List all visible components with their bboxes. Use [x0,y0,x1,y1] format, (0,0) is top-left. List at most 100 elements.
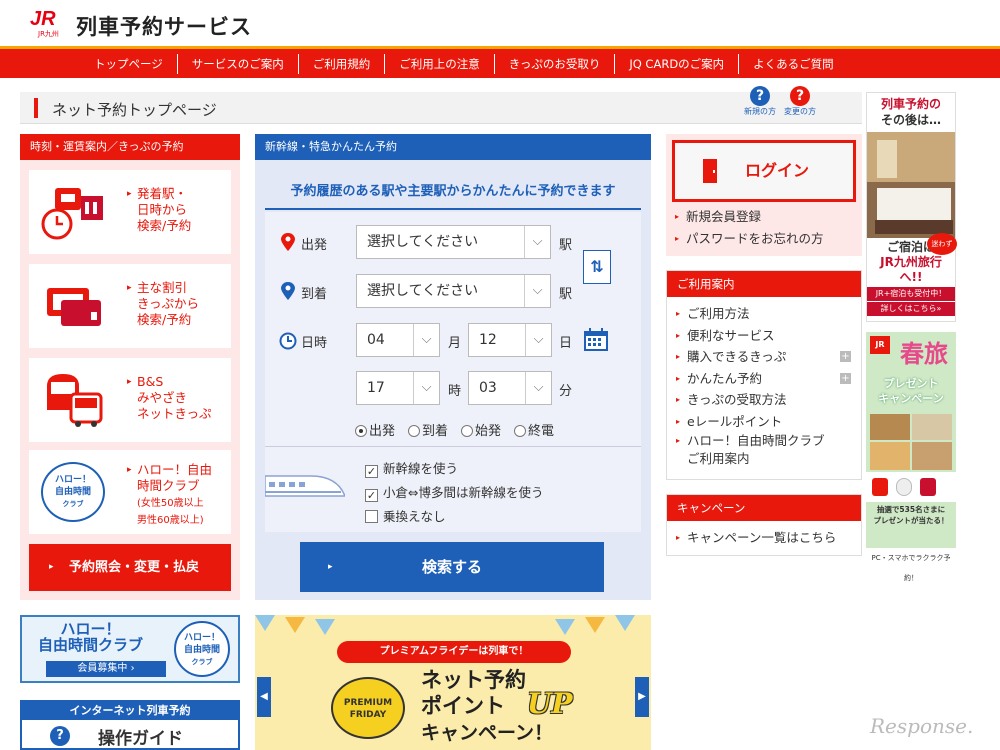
gift-icon [896,478,912,496]
jr-logo-small: JR [870,336,890,354]
discount-ticket-icon [47,288,101,326]
nav-faq[interactable]: よくあるご質問 [739,54,848,74]
help-change-label: 変更の方 [784,107,816,116]
carousel-next-button[interactable]: ▶ [635,677,649,717]
nav-top-page[interactable]: トップページ [80,53,178,74]
calendar-icon[interactable] [583,328,609,352]
guide-link-easy-booking[interactable]: ▸ かんたん予約 + [667,368,861,390]
chevron-down-icon: ⌵ [525,372,551,404]
expand-icon[interactable]: + [840,372,851,384]
radio-arrive[interactable]: 到着 [408,420,448,439]
arrive-label: 到着 [301,287,328,302]
guide-header: ご利用案内 [667,271,861,297]
hello-club-banner[interactable]: ハロー！ 自由時間クラブ 会員募集中 › ハロー！ 自由時間 クラブ [20,615,240,683]
bunting-decoration [255,615,635,635]
expand-icon[interactable]: + [840,351,851,362]
gift-icon [872,478,888,496]
site-title: 列車予約サービス [76,15,252,39]
radio-first-train[interactable]: 始発 [461,420,501,439]
guide-link-erail-points[interactable]: ▸ eレールポイント [667,411,861,433]
question-icon: ? [50,726,70,746]
guide-link-usage[interactable]: ▸ ご利用方法 [667,303,861,325]
nav-jq-card[interactable]: JQ CARDのご案内 [615,53,740,74]
nav-service-guide[interactable]: サービスのご案内 [178,53,299,74]
spring-subtitle: プレゼント キャンペーン [878,377,944,405]
swap-stations-button[interactable]: ⇅ [583,250,611,284]
nav-ticket-pickup[interactable]: きっぷのお受取り [495,53,616,74]
spring-footer: PC・スマホでラクラク予約！ [866,548,956,582]
easy-booking-subtitle: 予約履歴のある駅や主要駅からかんたんに予約できます [265,174,641,210]
ad-badge: 迷わず [927,233,957,255]
search-by-station-label: ▸ 発着駅・ 日時から 検索/予約 [127,186,192,233]
minute-select[interactable]: 03 ⌵ [468,371,552,405]
campaign-header: キャンペーン [667,495,861,521]
spring-campaign-banner[interactable]: JR 春旅 プレゼント キャンペーン 抽選で535名さまに プレゼントが当たる！… [866,332,956,582]
nav-notes[interactable]: ご利用上の注意 [385,53,495,74]
checkbox-icon: ✓ [365,465,378,478]
operation-guide-banner[interactable]: インターネット列車予約 ? 操作ガイド [20,700,240,750]
search-button[interactable]: ▸ 検索する [300,542,604,592]
guide-link-services[interactable]: ▸ 便利なサービス [667,325,861,347]
day-unit: 日 [559,336,573,351]
page-title: ネット予約トップページ [52,101,217,119]
station-clock-icon [41,188,103,240]
guide-link-pickup[interactable]: ▸ きっぷの受取方法 [667,389,861,411]
hello-club-label: ▸ ハロー！自由 時間クラブ (女性50歳以上 男性60歳以上) [127,462,213,526]
month-unit: 月 [448,336,462,351]
operation-guide-title: 操作ガイド [98,729,183,749]
use-shinkansen-checkbox[interactable]: ✓ 新幹線を使う [365,458,458,478]
hotel-ad-headline: 列車予約の その後は… [880,97,941,127]
register-link[interactable]: ▸ 新規会員登録 [666,206,862,228]
login-button[interactable]: ログイン [672,140,856,202]
day-select[interactable]: 12 ⌵ [468,323,552,357]
booking-inquiry-button[interactable]: ▸ 予約照会・変更・払戻 [29,544,231,591]
hello-club-banner-title: ハロー！ 自由時間クラブ [38,620,144,654]
radio-button-icon [461,425,473,437]
arrive-station-select[interactable]: 選択してください ⌵ [356,274,551,308]
radio-depart[interactable]: 出発 [355,420,395,439]
help-change-button[interactable]: ? 変更の方 [776,86,824,117]
hotel-ad-more: 詳しくはこちら» [867,301,955,316]
campaign-list-link[interactable]: ▸ キャンペーン一覧はこちら [667,527,861,549]
hour-select[interactable]: 17 ⌵ [356,371,440,405]
operation-guide-header: インターネット列車予約 [22,702,238,720]
form-divider [265,446,641,447]
carousel-prev-button[interactable]: ◀ [257,677,271,717]
question-icon: ? [750,86,770,106]
account-links: ▸ 新規会員登録 ▸ パスワードをお忘れの方 [666,206,862,249]
hotel-ad-banner[interactable]: 列車予約の その後は… 迷わず ご宿泊は JR九州旅行 へ!! JR+宿泊も受付… [866,92,957,322]
promo-carousel: プレミアムフライデーは列車で！ PREMIUM FRIDAY ネット予約 ポイン… [255,615,651,750]
bs-miyazaki-card[interactable]: ▸ B&S みやざき ネットきっぷ [29,358,231,442]
page-heading-bar: ネット予約トップページ ? 新規の方 ? 変更の方 [20,86,862,124]
nav-terms[interactable]: ご利用規約 [299,53,386,74]
hello-club-card[interactable]: ハロー！ 自由時間 クラブ ▸ ハロー！自由 時間クラブ (女性50歳以上 男性… [29,450,231,534]
timetable-panel: 時刻・運賃案内／きっぷの予約 ▸ 発着駅・ 日時から 検索/予約 ▸ 主な割引 … [20,134,240,600]
depart-station-select[interactable]: 選択してください ⌵ [356,225,551,259]
hello-club-recruit: 会員募集中 › [46,661,166,677]
location-pin-icon [281,233,295,251]
logo-text: JR [30,8,56,30]
no-transfer-checkbox[interactable]: 乗換えなし [365,506,446,525]
guide-link-tickets[interactable]: ▸ 購入できるきっぷ + [667,346,861,368]
month-select[interactable]: 04 ⌵ [356,323,440,357]
hotel-photo-collage [870,414,952,470]
location-pin-icon [281,282,295,300]
gift-icon [920,478,936,496]
jr-logo[interactable]: JR JR九州 [30,8,70,38]
booking-form: 出発 選択してください ⌵ 駅 ⇅ 到着 選択してください ⌵ 駅 日時 04 … [265,212,641,532]
arrow-right-icon: ▸ [328,562,333,572]
radio-last-train[interactable]: 終電 [514,420,554,439]
guide-link-hello-club[interactable]: ▸ ハロー！自由時間クラブ ご利用案内 [667,432,861,468]
forgot-password-link[interactable]: ▸ パスワードをお忘れの方 [666,228,862,250]
easy-booking-header: 新幹線・特急かんたん予約 [255,134,651,160]
search-by-discount-card[interactable]: ▸ 主な割引 きっぷから 検索/予約 [29,264,231,348]
radio-button-icon [355,425,367,437]
arrow-right-icon: ▸ [49,562,54,572]
train-bus-icon [47,374,103,427]
arrive-station-unit: 駅 [559,287,573,302]
search-by-station-card[interactable]: ▸ 発着駅・ 日時から 検索/予約 [29,170,231,254]
chevron-down-icon: ⌵ [525,324,551,356]
search-by-discount-label: ▸ 主な割引 きっぷから 検索/予約 [127,280,200,327]
kokura-hakata-checkbox[interactable]: ✓ 小倉⇔博多間は新幹線を使う [365,482,543,502]
easy-booking-panel: 新幹線・特急かんたん予約 予約履歴のある駅や主要駅からかんたんに予約できます 出… [255,134,651,600]
